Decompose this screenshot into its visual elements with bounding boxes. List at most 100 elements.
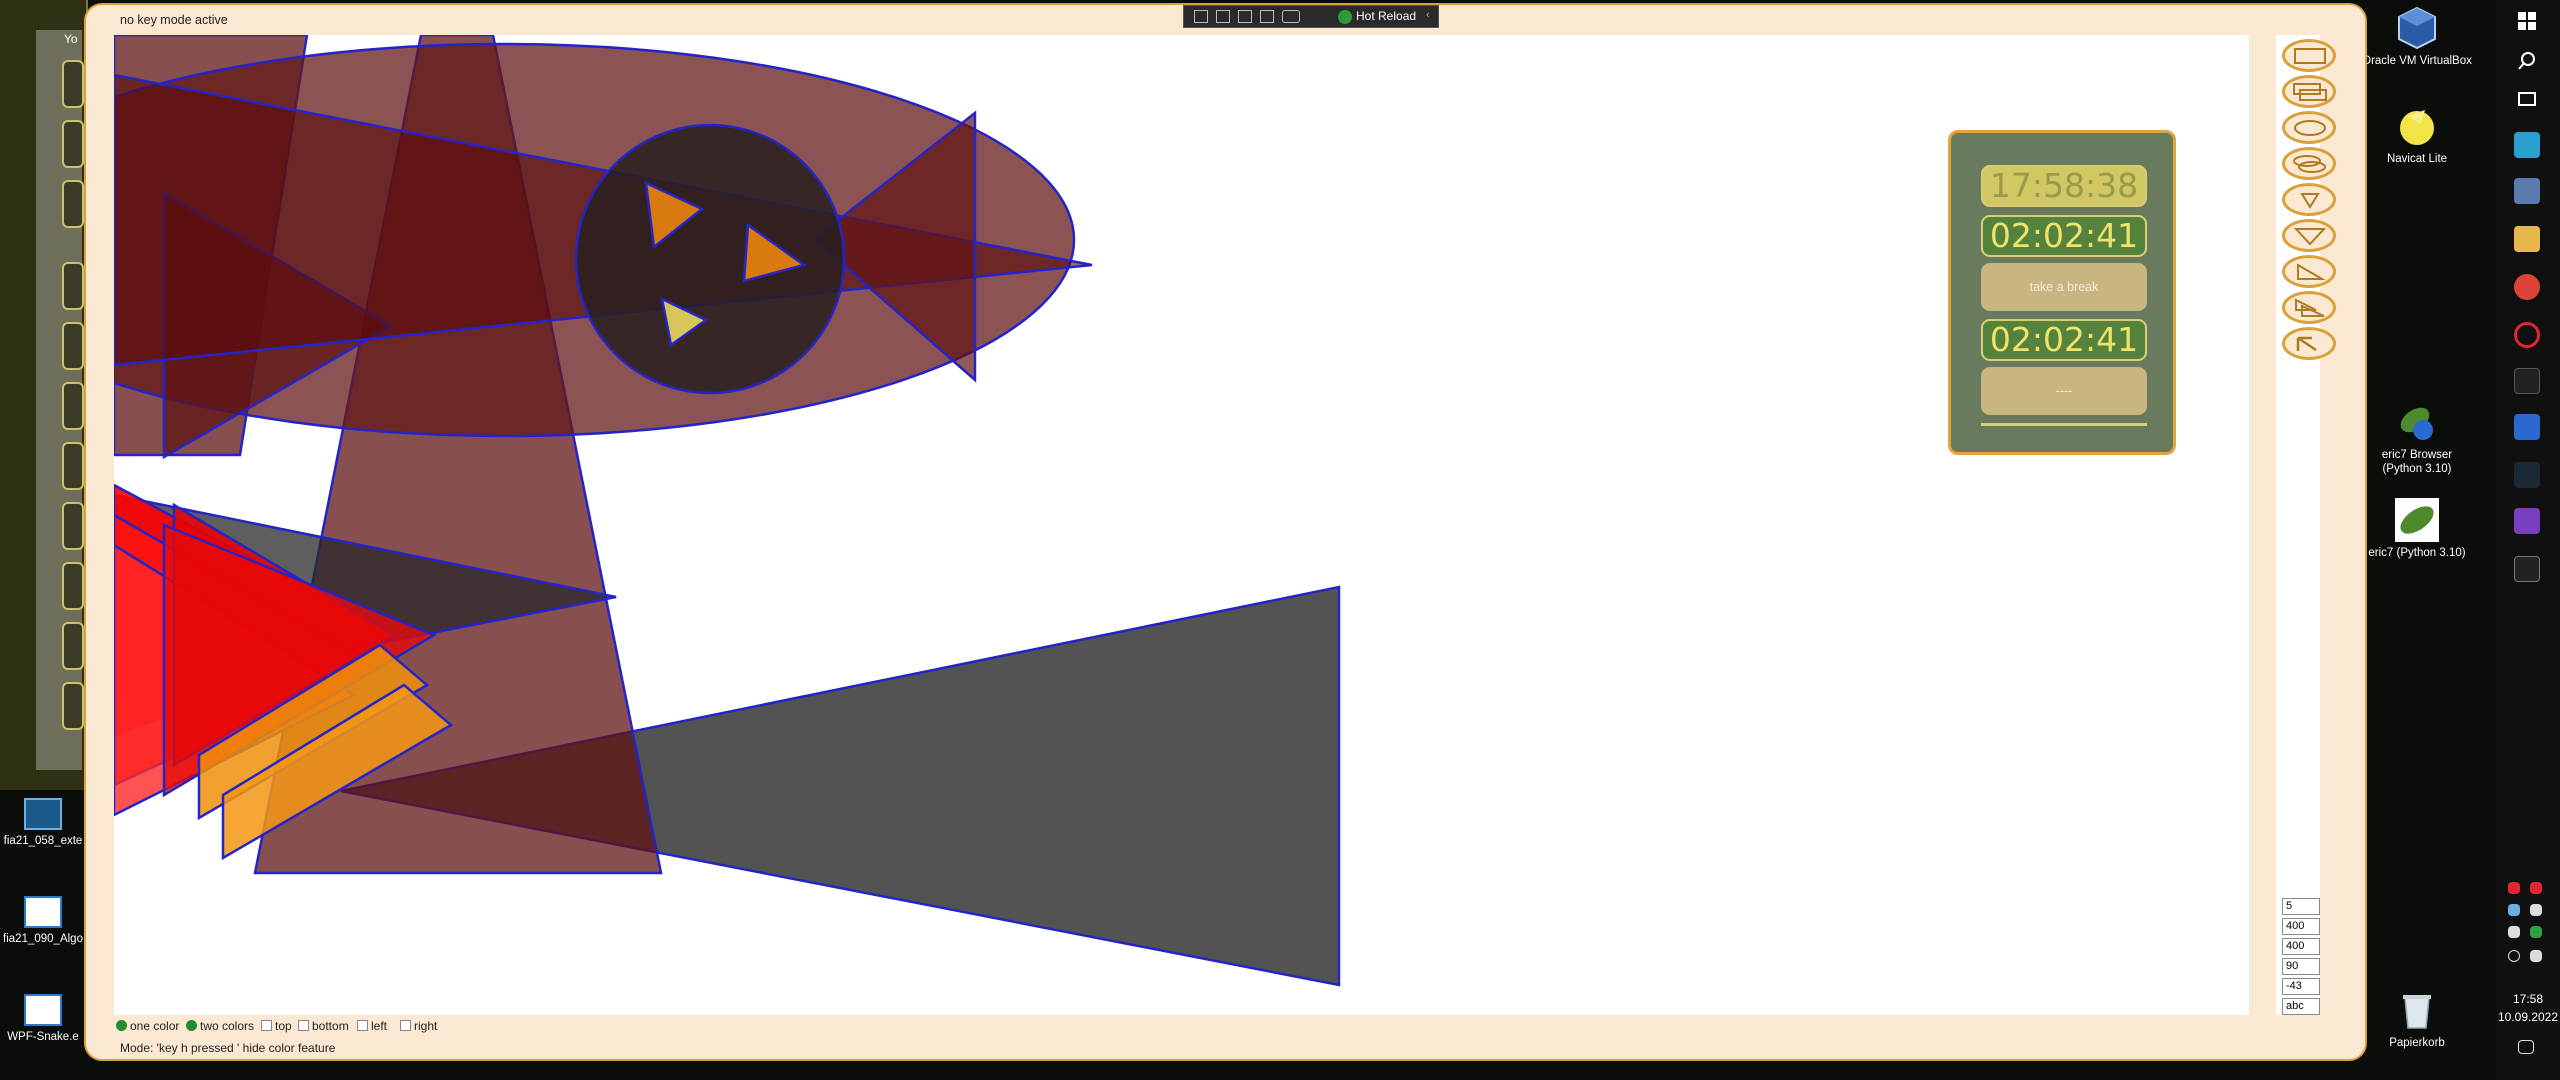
two-colors-label: two colors [200, 1019, 255, 1033]
debug-layout-icon[interactable] [1238, 10, 1252, 23]
tray-icon[interactable] [2530, 926, 2542, 938]
chrome-icon[interactable] [2514, 274, 2540, 300]
checkbox-indicator [261, 1020, 272, 1031]
app-icon[interactable] [2514, 178, 2540, 204]
taskbar-time: 17:58 [2512, 992, 2544, 1006]
background-control [62, 262, 84, 310]
right-label: right [414, 1019, 438, 1033]
two-colors-radio[interactable]: two colors [186, 1019, 254, 1033]
chevron-left-icon[interactable]: ‹ [1426, 9, 1430, 21]
notification-icon[interactable] [2518, 1040, 2534, 1054]
background-control [62, 180, 84, 228]
background-control [62, 382, 84, 430]
ellipse-tool-button[interactable] [2282, 111, 2336, 144]
param-field-1[interactable]: 5 [2282, 898, 2320, 915]
taskbar-clock[interactable]: 17:58 10.09.2022 [2496, 990, 2560, 1026]
desktop-icon-label: fia21_058_exte [3, 835, 83, 847]
bottom-checkbox[interactable]: bottom [298, 1019, 349, 1033]
taskbar-date: 10.09.2022 [2497, 1010, 2559, 1024]
desktop-icon-eric[interactable]: eric7 (Python 3.10) [2362, 498, 2472, 560]
checkbox-indicator [400, 1020, 411, 1031]
canvas-right-strip [2276, 35, 2320, 1015]
top-checkbox[interactable]: top [261, 1019, 292, 1033]
left-checkbox[interactable]: left [357, 1019, 387, 1033]
desktop-icon-label: eric7 Browser [2381, 449, 2453, 461]
desktop-icon-eric-browser[interactable]: eric7 Browser (Python 3.10) [2362, 400, 2472, 476]
radio-indicator [186, 1020, 197, 1031]
desktop-icon-label: eric7 (Python 3.10) [2368, 547, 2466, 559]
opera-icon[interactable] [2514, 322, 2540, 348]
debug-pointer-icon[interactable] [1216, 10, 1230, 23]
current-time-display: 17:58:38 [1981, 165, 2147, 207]
panel-divider [1981, 423, 2147, 426]
tray-icon[interactable] [2508, 904, 2520, 916]
left-label: left [371, 1019, 388, 1033]
stacked-triangles-tool-button[interactable] [2282, 291, 2336, 324]
debug-binding-icon[interactable] [1282, 10, 1300, 23]
virtualbox-icon [2395, 6, 2439, 50]
arrow-tool-button[interactable] [2282, 327, 2336, 360]
search-icon[interactable] [2514, 48, 2540, 74]
desktop-icon-wpf-snake[interactable]: WPF-Snake.e [0, 994, 86, 1044]
background-window-title: Yo [64, 32, 78, 46]
taskbar: 17:58 10.09.2022 [2496, 0, 2560, 1080]
desktop-icon-fia21-058[interactable]: fia21_058_exte [0, 798, 86, 848]
param-field-3[interactable]: 400 [2282, 938, 2320, 955]
app-icon[interactable] [2514, 132, 2540, 158]
steam-icon[interactable] [2514, 462, 2540, 488]
background-control [62, 622, 84, 670]
background-control [62, 120, 84, 168]
desktop-icon-label: Oracle VM VirtualBox [2362, 55, 2472, 67]
checkbox-indicator [298, 1020, 309, 1031]
small-triangle-tool-button[interactable] [2282, 183, 2336, 216]
mode-status: no key mode active [120, 13, 228, 27]
drawing-canvas[interactable] [114, 35, 2249, 1015]
app-window: no key mode active Hot Reload ‹ 17:58:38… [84, 3, 2367, 1061]
windows-start-icon[interactable] [2514, 8, 2540, 34]
desktop-icon-virtualbox[interactable]: Oracle VM VirtualBox [2362, 6, 2472, 68]
background-control [62, 322, 84, 370]
tray-icon[interactable] [2508, 882, 2520, 894]
background-window[interactable]: Yo [0, 0, 88, 790]
tray-icon[interactable] [2530, 882, 2542, 894]
network-icon[interactable] [2508, 950, 2520, 962]
param-field-5[interactable]: -43 [2282, 978, 2320, 995]
checkbox-indicator [357, 1020, 368, 1031]
debug-tree-icon[interactable] [1260, 10, 1274, 23]
param-field-2[interactable]: 400 [2282, 918, 2320, 935]
triangle-tool-button[interactable] [2282, 219, 2336, 252]
desktop-icon-label: fia21_090_Algo [3, 933, 83, 945]
hot-reload-icon [1338, 10, 1352, 24]
radio-indicator [116, 1020, 127, 1031]
right-checkbox[interactable]: right [400, 1019, 437, 1033]
terminal-icon[interactable] [2514, 556, 2540, 582]
visual-studio-icon[interactable] [2514, 508, 2540, 534]
dark-circle[interactable] [574, 123, 846, 395]
eric-browser-icon [2395, 400, 2439, 444]
terminal-icon[interactable] [2514, 368, 2540, 394]
dash-button[interactable]: ---- [1981, 367, 2147, 415]
debug-select-icon[interactable] [1194, 10, 1208, 23]
tray-icon[interactable] [2530, 904, 2542, 916]
hot-reload-label[interactable]: Hot Reload [1356, 9, 1416, 23]
task-view-icon[interactable] [2514, 86, 2540, 112]
tray-icon[interactable] [2508, 926, 2520, 938]
desktop-icon-label: Navicat Lite [2386, 153, 2448, 165]
eric-icon [2395, 498, 2439, 542]
stacked-ellipses-tool-button[interactable] [2282, 147, 2336, 180]
desktop-icon-trash[interactable]: Papierkorb [2362, 988, 2472, 1050]
volume-icon[interactable] [2530, 950, 2542, 962]
stacked-rectangles-tool-button[interactable] [2282, 75, 2336, 108]
right-triangle-tool-button[interactable] [2282, 255, 2336, 288]
one-color-label: one color [130, 1019, 180, 1033]
document-icon[interactable] [2514, 414, 2540, 440]
desktop-icon-navicat[interactable]: Navicat Lite [2362, 104, 2472, 166]
param-field-6[interactable]: abc [2282, 998, 2320, 1015]
desktop-icon-fia21-090[interactable]: fia21_090_Algo [0, 896, 86, 946]
take-break-button[interactable]: take a break [1981, 263, 2147, 311]
param-field-4[interactable]: 90 [2282, 958, 2320, 975]
one-color-radio[interactable]: one color [116, 1019, 179, 1033]
rectangle-tool-button[interactable] [2282, 39, 2336, 72]
file-icon [24, 994, 62, 1026]
file-explorer-icon[interactable] [2514, 226, 2540, 252]
